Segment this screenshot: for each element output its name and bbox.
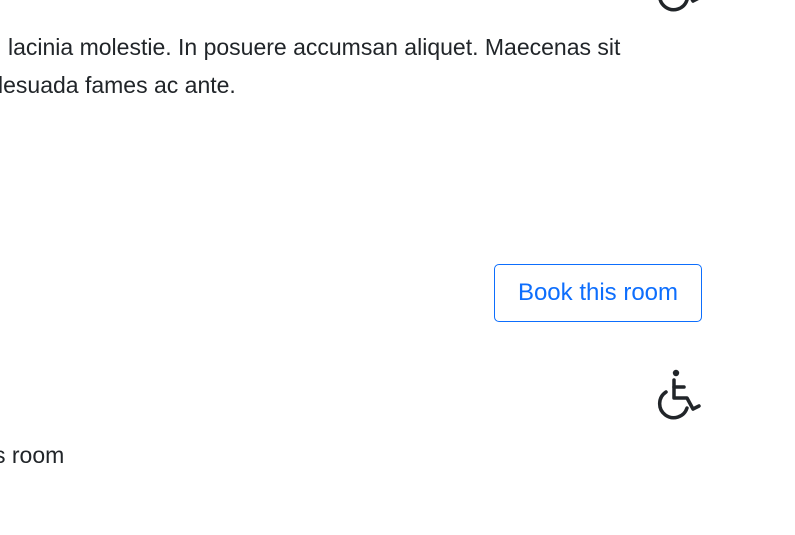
wheelchair-icon [654, 368, 702, 420]
room-list: lacinia molestie. In posuere accumsan al… [0, 0, 795, 535]
room-description: lacinia molestie. In posuere accumsan al… [0, 28, 700, 104]
book-room-button[interactable]: Book this room [494, 264, 702, 322]
room-description: s room [0, 442, 65, 468]
room-description-line: lesuada fames ac ante. [0, 72, 236, 98]
room-description-line: lacinia molestie. In posuere accumsan al… [8, 34, 621, 60]
wheelchair-icon [654, 0, 702, 12]
